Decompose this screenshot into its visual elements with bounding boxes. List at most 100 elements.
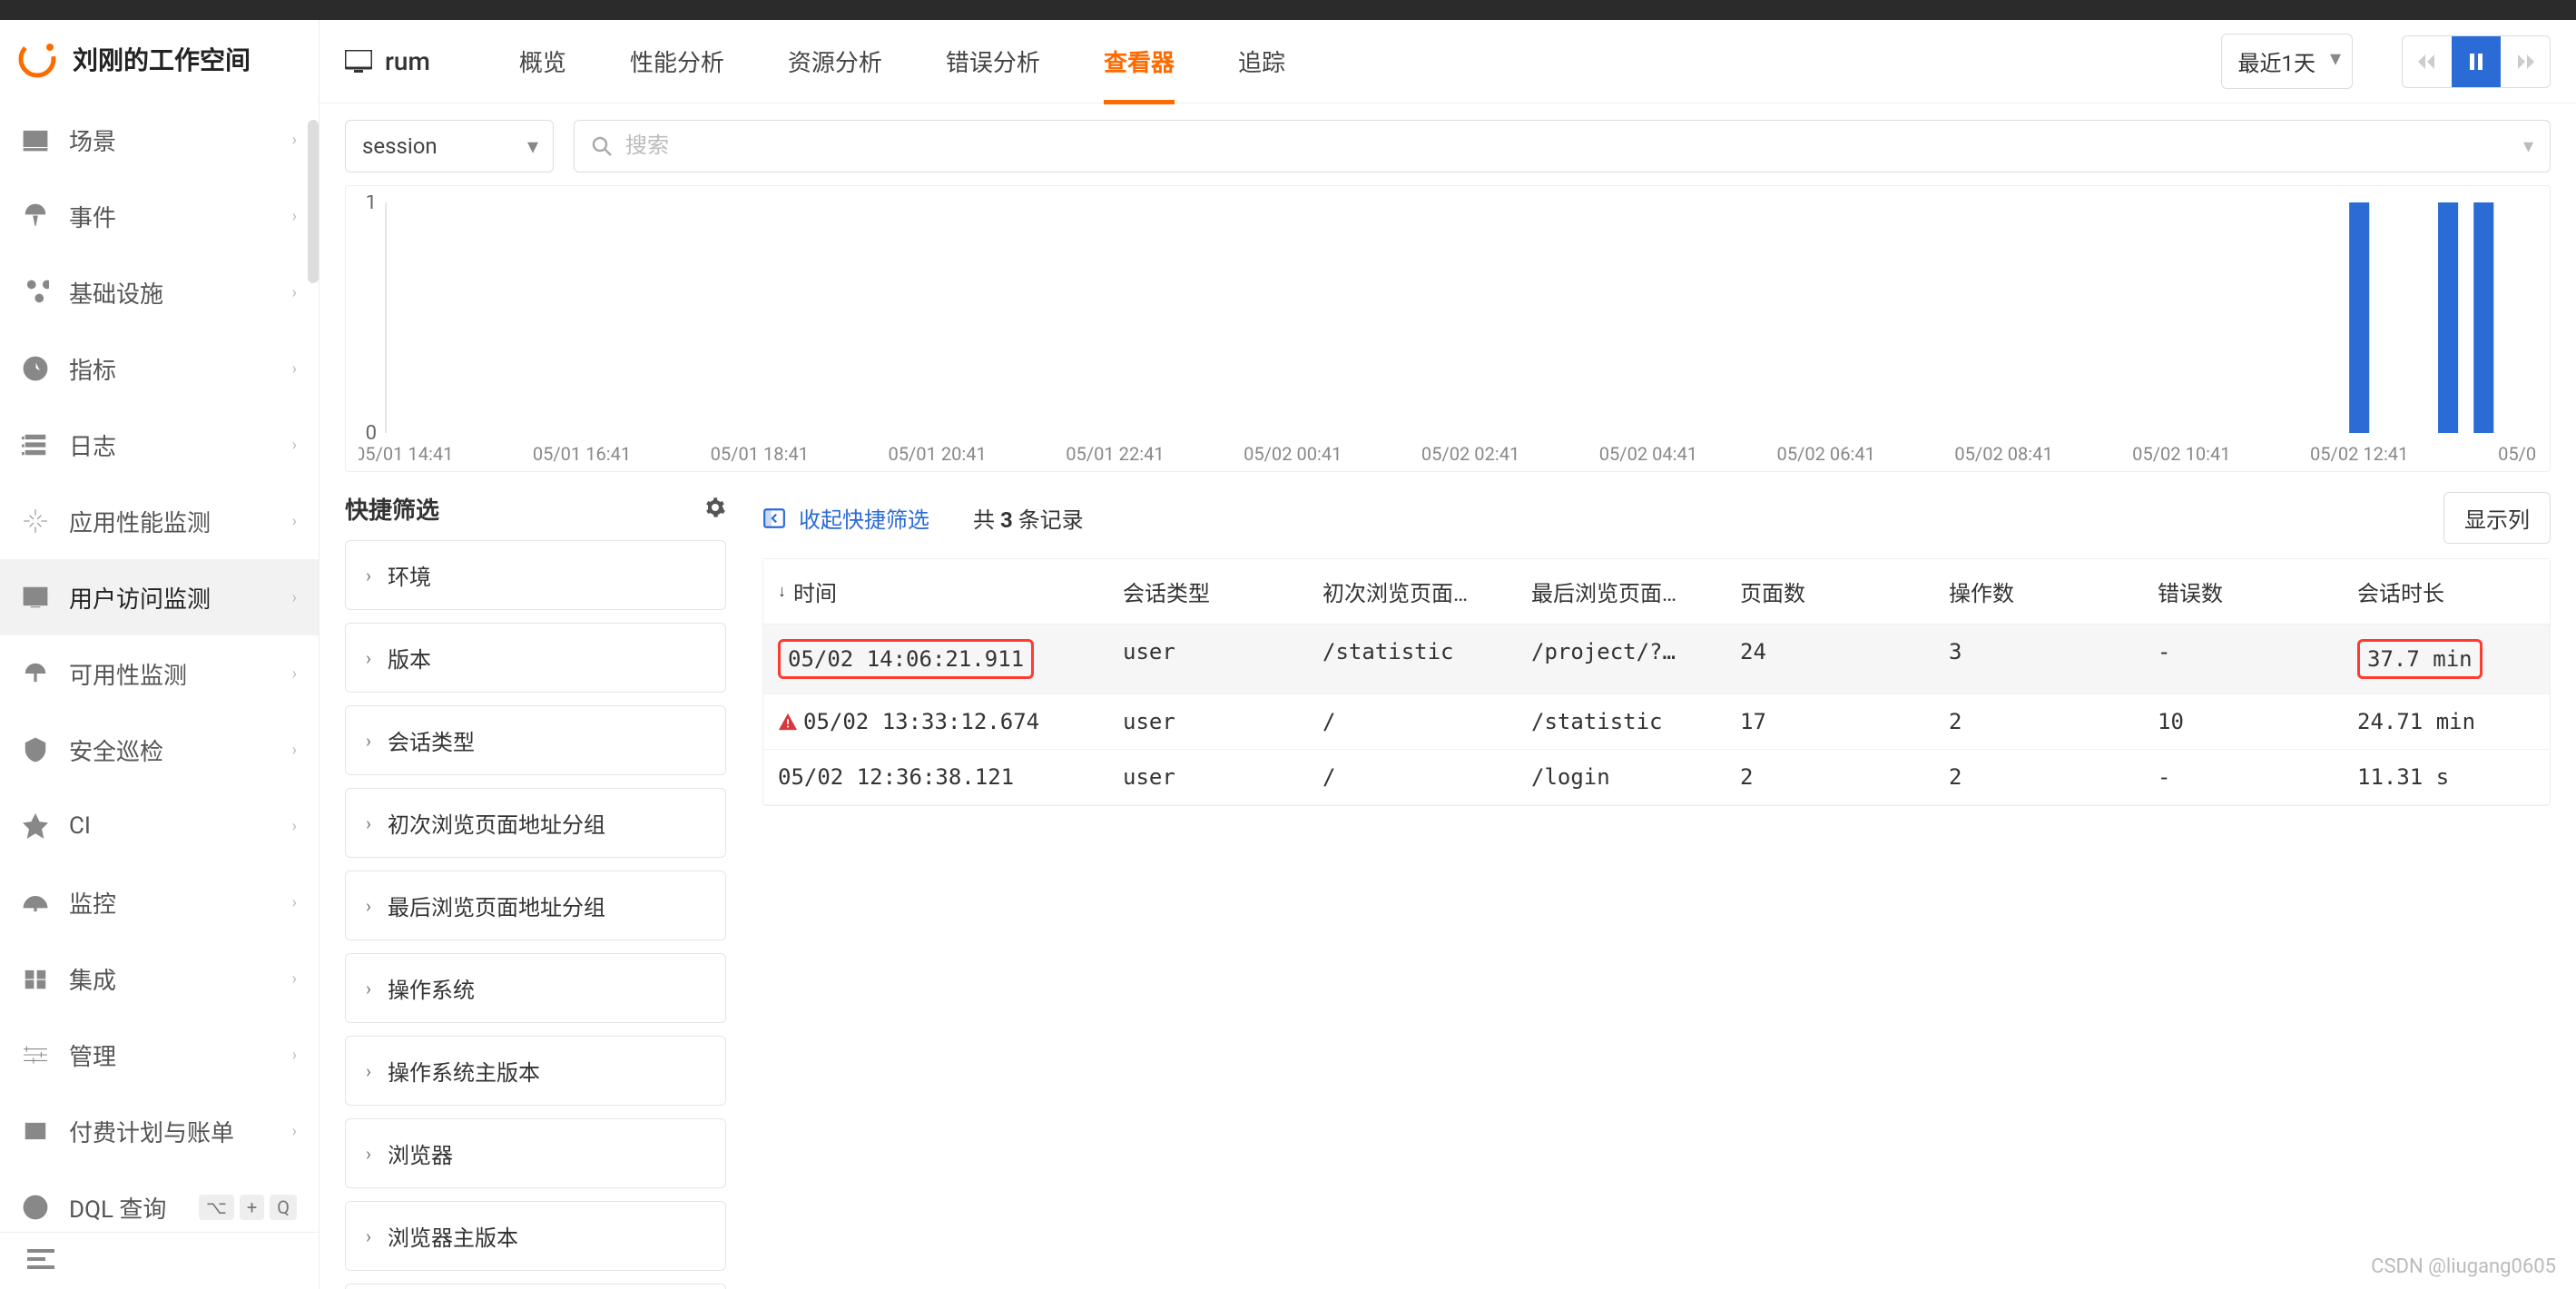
nav-label: 应用性能监测	[69, 505, 292, 538]
playback-controls	[2402, 35, 2551, 88]
kbd-hint: ⌥+Q	[199, 1195, 297, 1220]
table-header-row: ↓ 时间会话类型初次浏览页面…最后浏览页面…页面数操作数错误数会话时长	[763, 559, 2550, 625]
tab-0[interactable]: 概览	[519, 20, 566, 104]
sidebar-item-12[interactable]: 管理›	[0, 1017, 319, 1093]
table-row[interactable]: 05/02 12:36:38.121user//login22-11.31 s	[763, 750, 2550, 805]
sidebar-nav: 场景› 事件› 基础设施› 指标› 日志› 应用性能监测› 用户访问监测› 可用…	[0, 98, 319, 1232]
pause-button[interactable]	[2452, 36, 2501, 87]
nav-label: 场景	[69, 123, 292, 157]
facet-0[interactable]: ›环境	[345, 540, 726, 610]
chevron-right-icon: ›	[292, 512, 297, 531]
sidebar-item-3[interactable]: 指标›	[0, 330, 319, 407]
show-columns-button[interactable]: 显示列	[2443, 492, 2551, 544]
td-ops: 2	[1934, 694, 2143, 749]
td-ops: 3	[1934, 625, 2143, 694]
td-dur: 24.71 min	[2343, 694, 2550, 749]
search-expand-icon[interactable]: ▾	[2523, 135, 2533, 158]
svg-text:05/01 22:41: 05/01 22:41	[1066, 443, 1164, 465]
time-range-label: 最近1天	[2238, 51, 2316, 76]
topbar: rum 概览性能分析资源分析错误分析查看器追踪 最近1天	[320, 20, 2576, 103]
sidebar-item-5[interactable]: 应用性能监测›	[0, 483, 319, 559]
th-7[interactable]: 会话时长	[2343, 559, 2550, 624]
session-type-label: session	[362, 133, 438, 159]
svg-text:05/02 02:41: 05/02 02:41	[1421, 443, 1519, 465]
quick-filter-panel: 快捷筛选 ›环境›版本›会话类型›初次浏览页面地址分组›最后浏览页面地址分组›操…	[345, 477, 726, 1289]
sort-desc-icon: ↓	[778, 582, 786, 601]
tab-4[interactable]: 查看器	[1104, 20, 1175, 104]
tab-3[interactable]: 错误分析	[946, 20, 1040, 104]
td-dur: 11.31 s	[2343, 750, 2550, 804]
facet-9[interactable]: ›运营商	[345, 1284, 726, 1289]
sidebar-item-2[interactable]: 基础设施›	[0, 254, 319, 330]
nav-label: 可用性监测	[69, 657, 292, 691]
sidebar-item-11[interactable]: 集成›	[0, 940, 319, 1017]
sidebar-item-4[interactable]: 日志›	[0, 407, 319, 483]
nav-label: 集成	[69, 962, 292, 996]
svg-text:1: 1	[366, 195, 377, 214]
chevron-right-icon: ›	[366, 1143, 371, 1165]
nav-label: 监控	[69, 886, 292, 920]
monitor-icon	[345, 50, 372, 74]
quick-filter-settings[interactable]	[704, 497, 726, 522]
chevron-right-icon: ›	[292, 131, 297, 150]
sidebar-item-9[interactable]: CI›	[0, 788, 319, 864]
sidebar-item-0[interactable]: 场景›	[0, 102, 319, 178]
th-1[interactable]: 会话类型	[1108, 559, 1308, 624]
app-selector[interactable]: rum	[345, 46, 430, 76]
facet-5[interactable]: ›操作系统	[345, 953, 726, 1023]
sidebar-item-7[interactable]: 可用性监测›	[0, 635, 319, 712]
search-box[interactable]: ▾	[574, 120, 2551, 172]
facet-6[interactable]: ›操作系统主版本	[345, 1036, 726, 1106]
td-first: /	[1308, 750, 1517, 804]
th-0[interactable]: ↓ 时间	[763, 559, 1108, 624]
td-time: 05/02 13:33:12.674	[763, 694, 1108, 749]
watermark: CSDN @liugang0605	[2371, 1255, 2556, 1278]
rewind-button[interactable]	[2403, 36, 2452, 87]
table-row[interactable]: 05/02 13:33:12.674user//statistic1721024…	[763, 694, 2550, 750]
workspace-brand[interactable]: 刘刚的工作空间	[0, 20, 319, 98]
collapse-quick-filter[interactable]: 收起快捷筛选	[762, 502, 929, 534]
svg-text:05/02 12:41: 05/02 12:41	[2310, 443, 2408, 465]
time-range-select[interactable]: 最近1天	[2221, 34, 2354, 89]
th-4[interactable]: 页面数	[1726, 559, 1934, 624]
tab-5[interactable]: 追踪	[1238, 20, 1285, 104]
timeline-chart[interactable]: 0105/01 14:4105/01 16:4105/01 18:4105/01…	[345, 185, 2551, 472]
svg-text:05/02 00:41: 05/02 00:41	[1244, 443, 1342, 465]
td-type: user	[1108, 625, 1308, 694]
table-row[interactable]: 05/02 14:06:21.911user/statistic/project…	[763, 625, 2550, 694]
chevron-right-icon: ›	[366, 895, 371, 917]
chevron-right-icon: ›	[292, 436, 297, 455]
session-type-select[interactable]: session	[345, 120, 554, 172]
th-5[interactable]: 操作数	[1934, 559, 2143, 624]
th-2[interactable]: 初次浏览页面…	[1308, 559, 1517, 624]
th-6[interactable]: 错误数	[2143, 559, 2343, 624]
facet-1[interactable]: ›版本	[345, 623, 726, 693]
facet-8[interactable]: ›浏览器主版本	[345, 1201, 726, 1271]
facet-3[interactable]: ›初次浏览页面地址分组	[345, 788, 726, 858]
th-3[interactable]: 最后浏览页面…	[1517, 559, 1726, 624]
tabbar: 概览性能分析资源分析错误分析查看器追踪	[519, 20, 1285, 104]
sidebar-item-6[interactable]: 用户访问监测›	[0, 559, 319, 635]
sidebar-collapse[interactable]	[0, 1232, 319, 1289]
sidebar-item-14[interactable]: DQL 查询⌥+Q	[0, 1169, 319, 1232]
forward-button[interactable]	[2501, 36, 2550, 87]
chevron-right-icon: ›	[366, 647, 371, 669]
nav-label: CI	[69, 812, 292, 840]
nav-icon-5	[22, 507, 49, 535]
tab-1[interactable]: 性能分析	[630, 20, 724, 104]
tab-2[interactable]: 资源分析	[788, 20, 882, 104]
sidebar-item-13[interactable]: 付费计划与账单›	[0, 1093, 319, 1169]
chevron-right-icon: ›	[292, 359, 297, 379]
facet-2[interactable]: ›会话类型	[345, 705, 726, 775]
sidebar-item-1[interactable]: 事件›	[0, 178, 319, 254]
app-name: rum	[385, 46, 430, 76]
facet-4[interactable]: ›最后浏览页面地址分组	[345, 871, 726, 940]
sidebar-item-10[interactable]: 监控›	[0, 864, 319, 940]
search-input[interactable]	[625, 133, 2523, 159]
td-last: /project/?…	[1517, 625, 1726, 694]
collapse-label: 收起快捷筛选	[799, 502, 929, 534]
td-first: /	[1308, 694, 1517, 749]
sidebar-item-8[interactable]: 安全巡检›	[0, 712, 319, 788]
facet-7[interactable]: ›浏览器	[345, 1118, 726, 1188]
td-pages: 2	[1726, 750, 1934, 804]
